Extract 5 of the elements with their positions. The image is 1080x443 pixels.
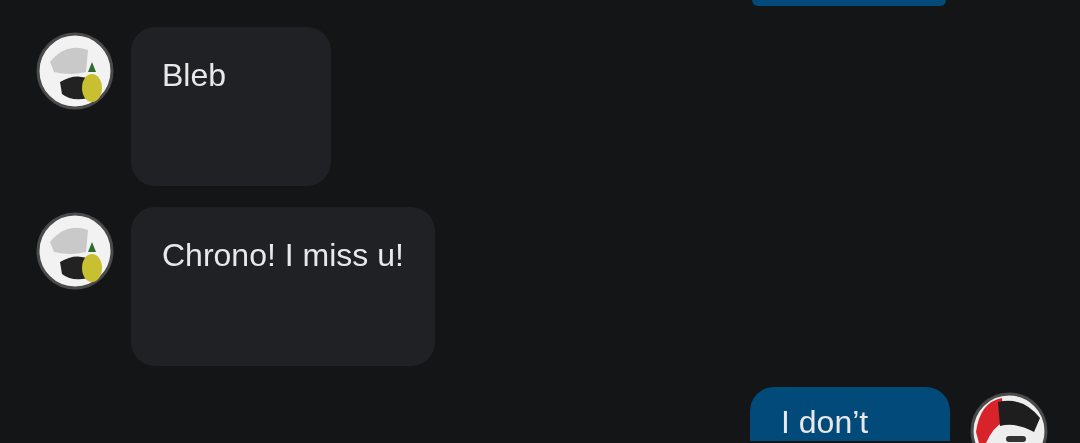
message-text: Bleb (162, 57, 228, 93)
avatar-icon (36, 212, 114, 290)
message-text: I don’t (781, 405, 870, 439)
message-text: Chrono! I miss u! (162, 237, 404, 273)
avatar-icon (36, 32, 114, 110)
